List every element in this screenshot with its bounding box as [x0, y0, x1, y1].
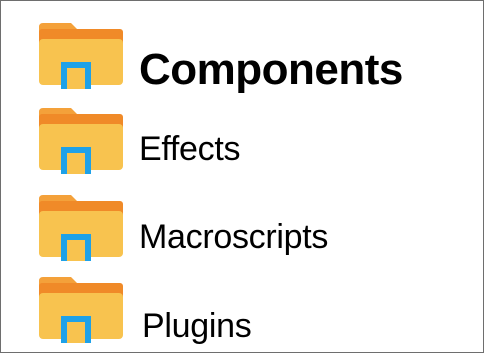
folder-list-panel: Components Effects Macroscripts Plugins — [0, 0, 484, 353]
folder-item-plugins[interactable]: Plugins — [1, 273, 483, 353]
folder-item-macroscripts[interactable]: Macroscripts — [1, 188, 483, 268]
folder-icon — [39, 108, 123, 174]
folder-item-effects[interactable]: Effects — [1, 104, 483, 184]
folder-icon — [39, 195, 123, 261]
folder-icon — [39, 23, 123, 89]
folder-item-components[interactable]: Components — [1, 15, 483, 103]
folder-label: Effects — [139, 130, 241, 168]
folder-label: Components — [139, 45, 403, 94]
folder-label: Macroscripts — [139, 218, 329, 256]
folder-icon — [39, 277, 123, 343]
folder-label: Plugins — [142, 307, 252, 345]
